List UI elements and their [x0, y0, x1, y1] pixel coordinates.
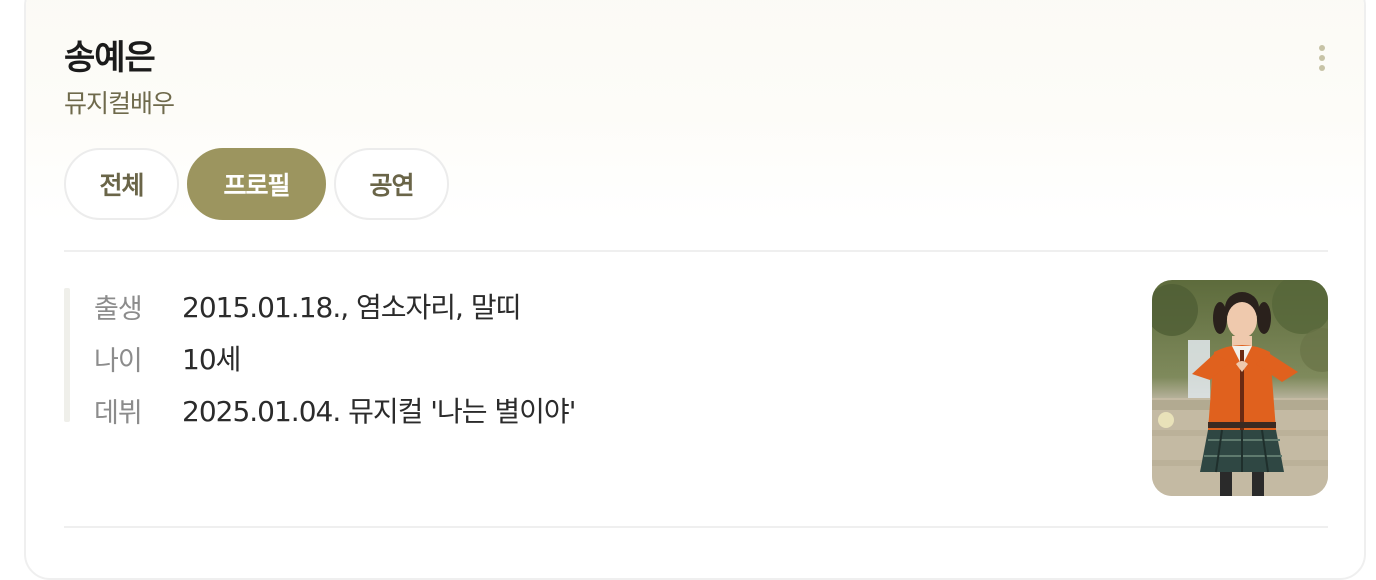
tab-profile[interactable]: 프로필 [187, 148, 326, 220]
more-vertical-icon[interactable] [1310, 38, 1334, 78]
info-label: 데뷔 [94, 397, 143, 429]
info-accent-bar [64, 288, 70, 422]
info-value: 10세 [182, 343, 241, 376]
info-row-debut: 데뷔 2025.01.04. 뮤지컬 '나는 별이야' [94, 390, 576, 430]
tab-bar: 전체 프로필 공연 [64, 148, 449, 220]
info-label: 나이 [94, 345, 143, 377]
profile-photo[interactable] [1152, 280, 1328, 496]
tab-performances[interactable]: 공연 [334, 148, 449, 220]
profile-card: 송예은 뮤지컬배우 전체 프로필 공연 출생 2015.01.18., 염소자리… [24, 0, 1366, 580]
profile-occupation: 뮤지컬배우 [64, 89, 175, 118]
info-row-age: 나이 10세 [94, 338, 241, 378]
profile-name: 송예은 [64, 38, 156, 78]
divider [64, 526, 1328, 528]
info-row-birth: 출생 2015.01.18., 염소자리, 말띠 [94, 286, 521, 326]
info-value: 2015.01.18., 염소자리, 말띠 [182, 291, 521, 324]
divider [64, 250, 1328, 252]
tab-all[interactable]: 전체 [64, 148, 179, 220]
info-value: 2025.01.04. 뮤지컬 '나는 별이야' [182, 395, 576, 428]
info-label: 출생 [94, 293, 143, 325]
